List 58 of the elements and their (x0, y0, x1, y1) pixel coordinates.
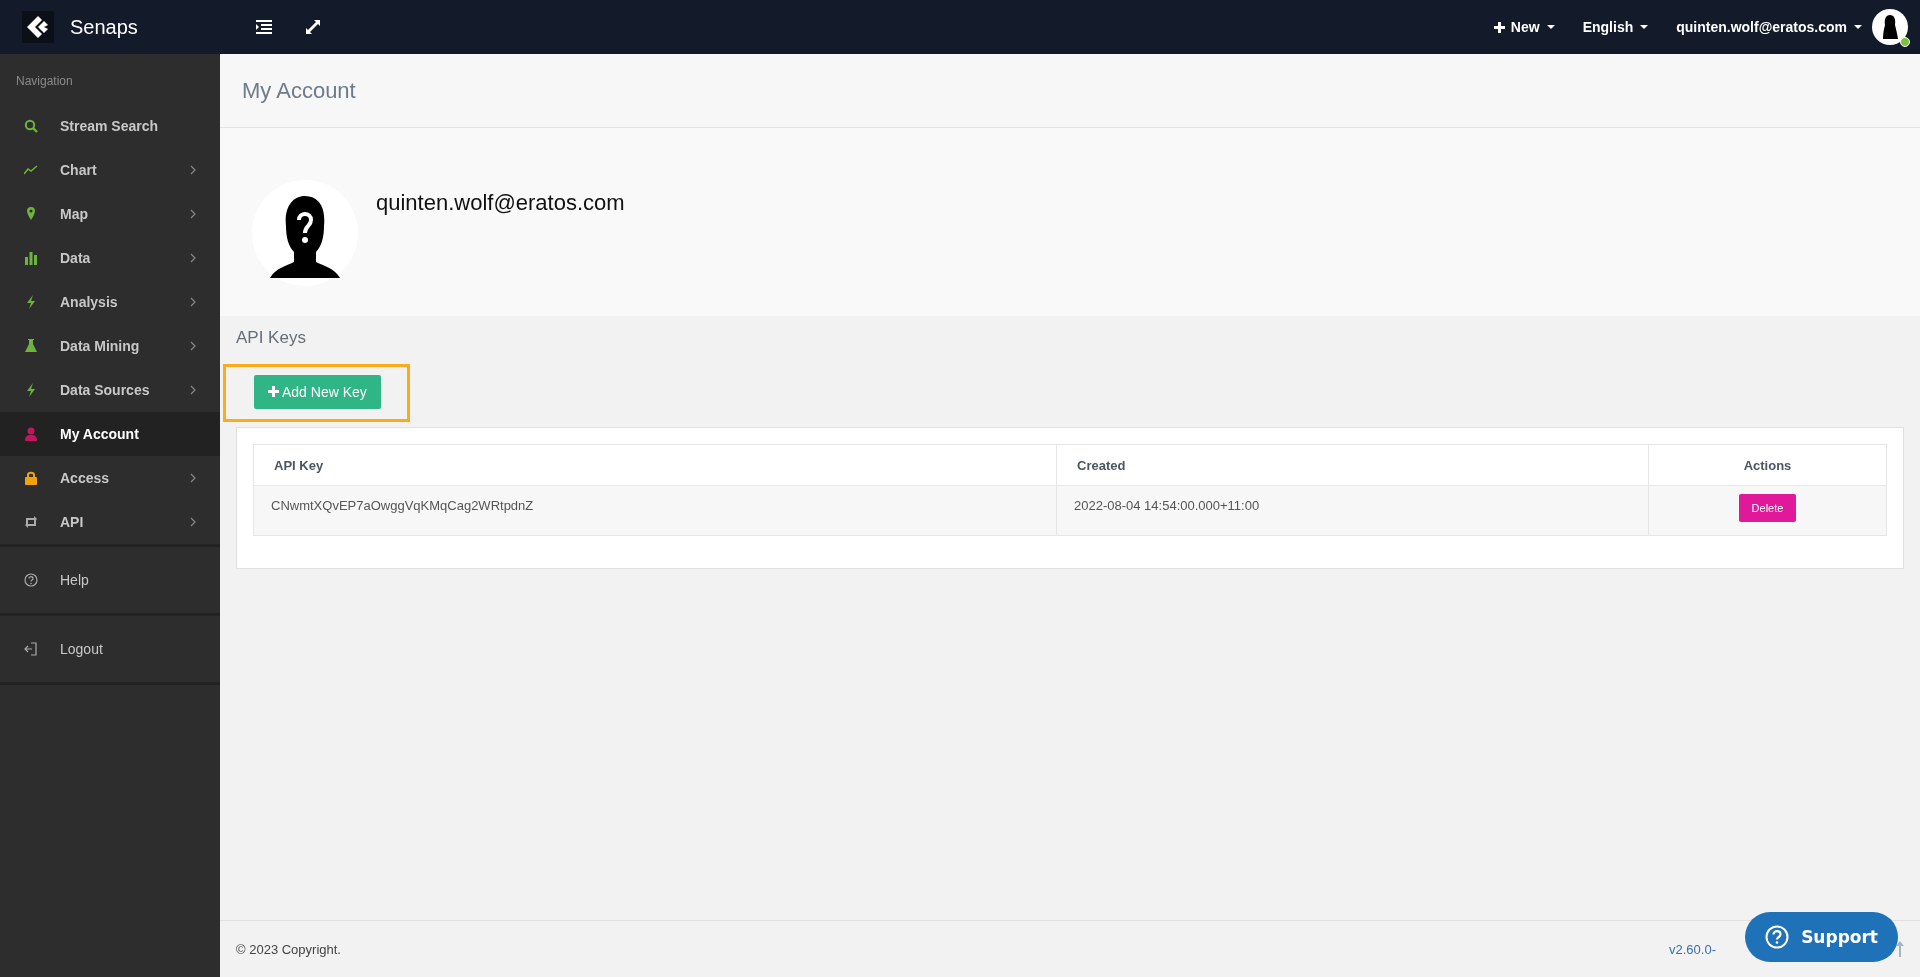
pin-icon (24, 207, 38, 221)
nav-item[interactable]: Data Mining (0, 324, 220, 368)
retweet-icon (24, 515, 38, 529)
bars-icon (24, 251, 38, 265)
list-icon[interactable] (256, 20, 272, 34)
column-header: Created (1056, 444, 1649, 486)
help-icon (1765, 925, 1790, 949)
support-button[interactable]: Support (1745, 912, 1898, 962)
new-menu[interactable]: New (1493, 19, 1555, 35)
avatar-icon (252, 180, 358, 286)
nav-item[interactable]: Stream Search (0, 104, 220, 148)
nav-item[interactable]: Logout (0, 616, 220, 682)
user-menu[interactable]: quinten.wolf@eratos.com (1676, 19, 1862, 35)
bolt-icon (24, 383, 38, 397)
lock-icon (24, 471, 38, 485)
section-heading: API Keys (236, 328, 307, 348)
nav-item[interactable]: API (0, 500, 220, 544)
nav-item[interactable]: Chart (0, 148, 220, 192)
up-arrow-icon[interactable] (1896, 941, 1904, 957)
table-cell: 2022-08-04 14:54:00.000+11:00 (1056, 485, 1649, 536)
search-icon (24, 119, 38, 133)
delete-button[interactable]: Delete (1738, 494, 1797, 522)
language-menu[interactable]: English (1582, 19, 1649, 35)
logout-icon (24, 642, 38, 656)
flask-icon (24, 339, 38, 353)
plus-icon (1493, 21, 1505, 33)
nav-item[interactable]: Map (0, 192, 220, 236)
nav-heading: Navigation (15, 73, 74, 90)
user-icon (24, 427, 38, 441)
chevron-icon (190, 341, 196, 351)
copyright-text: © 2023 Copyright. (236, 941, 341, 957)
chart-icon (24, 163, 38, 177)
brand-name: Senaps (70, 15, 138, 39)
chevron-icon (190, 517, 196, 527)
column-header: Actions (1648, 444, 1887, 486)
nav-item[interactable]: Data (0, 236, 220, 280)
nav-item[interactable]: Access (0, 456, 220, 500)
bolt-icon (24, 295, 38, 309)
expand-icon[interactable] (306, 20, 320, 34)
page-title: My Account (242, 77, 356, 104)
nav-item[interactable]: Analysis (0, 280, 220, 324)
version-link[interactable]: v2.60.0- (1669, 941, 1716, 957)
nav-item[interactable]: Data Sources (0, 368, 220, 412)
logo-icon (22, 11, 54, 43)
nav-item[interactable]: My Account (0, 412, 220, 456)
account-email: quinten.wolf@eratos.com (376, 190, 625, 216)
chevron-icon (190, 209, 196, 219)
plus-icon (268, 386, 279, 397)
help-icon (24, 573, 38, 587)
avatar-icon[interactable] (1872, 9, 1908, 45)
column-header: API Key (253, 444, 1057, 486)
chevron-icon (190, 385, 196, 395)
nav-item[interactable]: Help (0, 547, 220, 613)
chevron-icon (190, 297, 196, 307)
table-cell: CNwmtXQvEP7aOwggVqKMqCag2WRtpdnZ (253, 485, 1057, 536)
chevron-icon (190, 473, 196, 483)
chevron-icon (190, 253, 196, 263)
chevron-icon (190, 165, 196, 175)
